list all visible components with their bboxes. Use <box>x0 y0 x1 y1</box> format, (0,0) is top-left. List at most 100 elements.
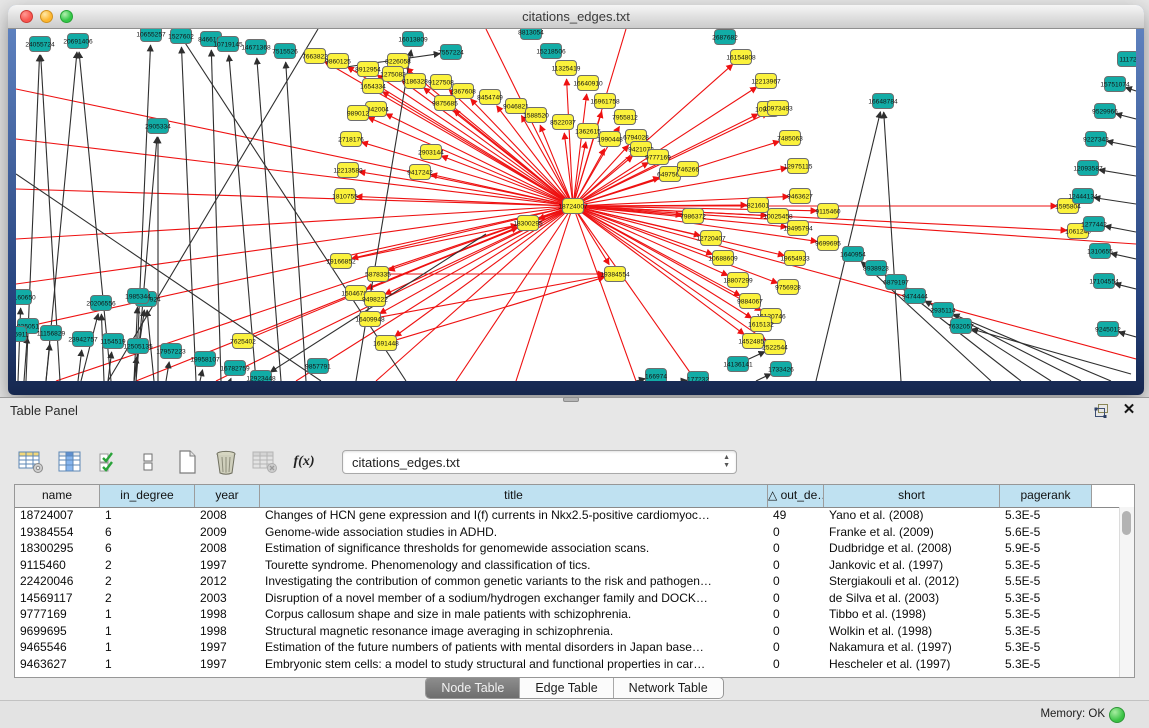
table-selector-dropdown[interactable]: citations_edges.txt ▲▼ <box>342 450 737 474</box>
graph-node[interactable]: 10688609 <box>708 251 738 266</box>
graph-node[interactable]: 7632057 <box>948 319 974 334</box>
graph-node[interactable]: 14136141 <box>723 357 753 372</box>
graph-node[interactable]: 1985344 <box>125 289 151 304</box>
select-rows-checkbox-button[interactable] <box>94 448 124 476</box>
column-header-name[interactable]: name <box>15 485 100 507</box>
graph-node[interactable]: 15751074 <box>1100 77 1130 92</box>
table-row[interactable]: 911546021997Tourette syndrome. Phenomeno… <box>15 557 1120 574</box>
table-row[interactable]: 1456911722003Disruption of a novel membe… <box>15 590 1120 607</box>
function-builder-button[interactable]: f(x) <box>289 448 319 476</box>
graph-node[interactable]: 12093587 <box>1073 161 1103 176</box>
graph-node[interactable]: 9529966 <box>1092 104 1118 119</box>
graph-node[interactable]: 8938923 <box>863 261 889 276</box>
graph-node[interactable]: 8454749 <box>477 90 503 105</box>
graph-node[interactable]: 16154808 <box>726 50 756 65</box>
graph-node[interactable]: 9857791 <box>305 359 331 374</box>
graph-node[interactable]: 20206556 <box>86 296 116 311</box>
graph-node[interactable]: 19384554 <box>600 267 630 282</box>
table-row[interactable]: 1938455462009Genome-wide association stu… <box>15 524 1120 541</box>
graph-node[interactable]: 9699695 <box>815 236 841 251</box>
graph-node[interactable]: 7986372 <box>680 209 706 224</box>
window-titlebar[interactable]: citations_edges.txt <box>8 5 1144 29</box>
graph-node[interactable]: 11156829 <box>37 326 66 341</box>
graph-node[interactable]: 9875685 <box>432 96 458 111</box>
graph-node[interactable]: 1691448 <box>373 336 399 351</box>
graph-node[interactable]: 12444134 <box>1068 189 1098 204</box>
graph-node[interactable]: 8522037 <box>550 115 576 130</box>
unselect-rows-button[interactable] <box>133 448 163 476</box>
graph-node[interactable]: 8912954 <box>355 62 381 77</box>
graph-node[interactable]: 16409948 <box>355 312 385 327</box>
graph-node[interactable]: 9474444 <box>902 289 928 304</box>
graph-node[interactable]: 9498222 <box>362 292 388 307</box>
graph-node[interactable]: 12720407 <box>696 231 726 246</box>
graph-node[interactable]: 9127508 <box>428 75 454 90</box>
graph-node[interactable]: 15218506 <box>536 44 566 59</box>
graph-node[interactable]: 10973493 <box>763 101 793 116</box>
graph-node[interactable]: 1615132 <box>748 317 774 332</box>
table-row[interactable]: 969969511998Structural magnetic resonanc… <box>15 623 1120 640</box>
tab-edge-table[interactable]: Edge Table <box>519 678 612 698</box>
new-document-button[interactable] <box>172 448 202 476</box>
graph-node[interactable]: 166974 <box>645 369 667 382</box>
network-view[interactable]: 1872400782260581275083818632891275082367… <box>16 29 1136 381</box>
graph-node[interactable]: 9884067 <box>737 294 763 309</box>
graph-node[interactable]: 16961758 <box>590 94 620 109</box>
graph-node[interactable]: 9860125 <box>325 54 351 69</box>
graph-node[interactable]: 19495794 <box>783 221 813 236</box>
graph-node[interactable]: 1733426 <box>768 362 794 377</box>
graph-node[interactable]: 821601 <box>747 198 769 213</box>
graph-node[interactable]: 19166852 <box>326 254 356 269</box>
table-settings-button[interactable] <box>16 448 46 476</box>
graph-node[interactable]: 23160650 <box>16 290 36 305</box>
graph-node[interactable]: 8813054 <box>518 29 544 40</box>
graph-node[interactable]: 2935114 <box>930 303 956 318</box>
table-row[interactable]: 977716911998Corpus callosum shape and si… <box>15 606 1120 623</box>
column-header-in_degree[interactable]: in_degree <box>100 485 195 507</box>
tab-node-table[interactable]: Node Table <box>426 678 519 698</box>
graph-node[interactable]: 9417242 <box>407 165 433 180</box>
delete-trash-button[interactable] <box>211 448 241 476</box>
graph-node[interactable]: 17957223 <box>156 344 186 359</box>
tab-network-table[interactable]: Network Table <box>613 678 723 698</box>
graph-node[interactable]: 2687682 <box>712 30 738 45</box>
splitter-grip[interactable] <box>563 397 579 402</box>
graph-node[interactable]: 989012 <box>347 106 369 121</box>
graph-node[interactable]: 12923448 <box>246 371 276 382</box>
graph-node[interactable]: 7485063 <box>777 131 803 146</box>
column-header-title[interactable]: title <box>260 485 768 507</box>
column-header-short[interactable]: short <box>824 485 1000 507</box>
graph-node[interactable]: 6879197 <box>883 275 909 290</box>
graph-node[interactable]: 16782759 <box>220 361 250 376</box>
graph-node[interactable]: 19654923 <box>780 251 810 266</box>
graph-node[interactable]: 1154519 <box>100 334 126 349</box>
graph-node[interactable]: 16648784 <box>868 94 898 109</box>
graph-node[interactable]: 17104554 <box>1089 274 1119 289</box>
table-row[interactable]: 2242004622012Investigating the contribut… <box>15 573 1120 590</box>
graph-node[interactable]: 1310655 <box>1087 244 1113 259</box>
graph-node[interactable]: 12505135 <box>123 339 153 354</box>
graph-node[interactable]: 1588520 <box>523 108 549 123</box>
table-row[interactable]: 1830029562008Estimation of significance … <box>15 540 1120 557</box>
graph-node[interactable]: 10655257 <box>136 29 166 42</box>
table-row[interactable]: 946362711997Embryonic stem cells: a mode… <box>15 656 1120 673</box>
graph-node[interactable]: 8186328 <box>402 74 428 89</box>
graph-node[interactable]: 2718176 <box>338 132 364 147</box>
graph-node[interactable]: 24055724 <box>25 37 55 52</box>
graph-node[interactable]: 16640910 <box>573 76 603 91</box>
graph-node[interactable]: 7625402 <box>230 334 256 349</box>
graph-node[interactable]: 23942757 <box>68 332 98 347</box>
graph-node[interactable]: 2522544 <box>762 340 788 355</box>
table-row[interactable]: 946554611997Estimation of the future num… <box>15 639 1120 656</box>
column-header-year[interactable]: year <box>195 485 260 507</box>
table-scrollbar[interactable] <box>1119 507 1134 677</box>
graph-node[interactable]: 18807299 <box>723 273 753 288</box>
graph-node[interactable]: 9756928 <box>775 280 801 295</box>
graph-node[interactable]: 1640954 <box>840 247 866 262</box>
graph-node[interactable]: 12213589 <box>333 163 363 178</box>
graph-node[interactable]: 1527602 <box>168 29 194 44</box>
graph-node[interactable]: 9227343 <box>1083 132 1109 147</box>
graph-node[interactable]: 7515526 <box>272 44 298 59</box>
graph-node[interactable]: 11172 <box>1118 52 1137 67</box>
graph-node[interactable]: 18724007 <box>558 199 588 214</box>
